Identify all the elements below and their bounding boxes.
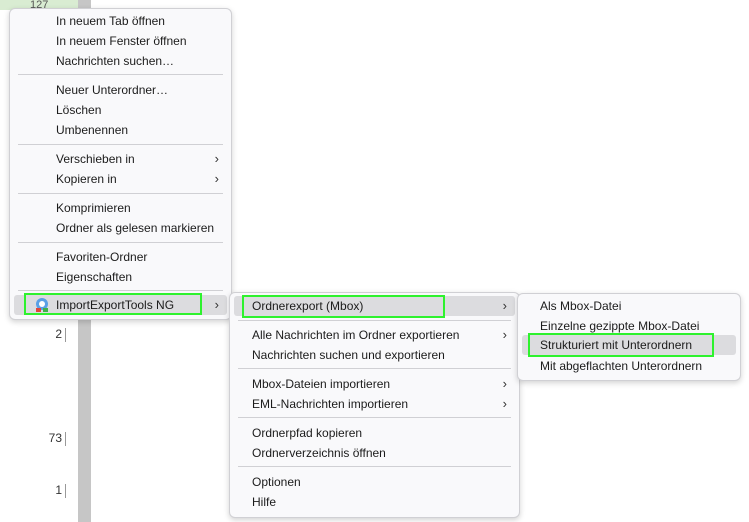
folder-unread-count: 73 (48, 431, 62, 445)
menu-separator (18, 242, 223, 243)
chevron-right-icon: › (502, 376, 507, 391)
menu-item-open-in-new-tab[interactable]: In neuem Tab öffnen (14, 11, 227, 31)
importexport-submenu: Ordnerexport (Mbox) › Alle Nachrichten im… (229, 292, 520, 518)
menu-item-label: Alle Nachrichten im Ordner exportieren (252, 328, 460, 342)
chevron-right-icon: › (214, 151, 219, 166)
menu-separator (238, 320, 511, 321)
menu-item-label: In neuem Fenster öffnen (56, 34, 187, 48)
menu-item-label: Mit abgeflachten Unterordnern (540, 359, 703, 373)
menu-separator (18, 74, 223, 75)
menu-item-label: Als Mbox-Datei (540, 299, 622, 313)
menu-item-search-and-export[interactable]: Nachrichten suchen und exportieren (234, 345, 515, 365)
menu-item-as-mbox-file[interactable]: Als Mbox-Datei (522, 296, 736, 316)
menu-separator (238, 417, 511, 418)
menu-item-delete[interactable]: Löschen (14, 100, 227, 120)
folder-unread-count: 2 (55, 327, 62, 341)
menu-separator (18, 144, 223, 145)
menu-item-label: Nachrichten suchen und exportieren (252, 348, 445, 362)
menu-item-label: Ordnerverzeichnis öffnen (252, 446, 386, 460)
chevron-right-icon: › (502, 396, 507, 411)
menu-item-label: Hilfe (252, 495, 277, 509)
menu-item-import-mbox[interactable]: Mbox-Dateien importieren › (234, 374, 515, 394)
menu-item-label: Neuer Unterordner… (56, 83, 169, 97)
chevron-right-icon: › (214, 297, 219, 312)
menu-item-properties[interactable]: Eigenschaften (14, 267, 227, 287)
menu-item-favorite-folder[interactable]: Favoriten-Ordner (14, 247, 227, 267)
chevron-right-icon: › (502, 298, 507, 313)
menu-item-flattened-subfolders[interactable]: Mit abgeflachten Unterordnern (522, 356, 736, 376)
chevron-right-icon: › (214, 171, 219, 186)
highlight-box (242, 295, 445, 318)
menu-item-help[interactable]: Hilfe (234, 492, 515, 512)
menu-separator (238, 368, 511, 369)
menu-item-mark-folder-read[interactable]: Ordner als gelesen markieren (14, 218, 227, 238)
menu-item-open-folder-directory[interactable]: Ordnerverzeichnis öffnen (234, 443, 515, 463)
menu-item-label: Favoriten-Ordner (56, 250, 148, 264)
column-divider (65, 328, 66, 342)
menu-item-export-all-messages[interactable]: Alle Nachrichten im Ordner exportieren › (234, 325, 515, 345)
menu-item-label: Komprimieren (56, 201, 131, 215)
menu-item-label: Verschieben in (56, 152, 135, 166)
menu-item-label: In neuem Tab öffnen (56, 14, 165, 28)
chevron-right-icon: › (502, 327, 507, 342)
menu-item-label: Umbenennen (56, 123, 129, 137)
menu-item-label: Löschen (56, 103, 102, 117)
menu-item-rename[interactable]: Umbenennen (14, 120, 227, 140)
menu-item-label: EML-Nachrichten importieren (252, 397, 409, 411)
menu-item-compact[interactable]: Komprimieren (14, 198, 227, 218)
menu-item-import-eml[interactable]: EML-Nachrichten importieren › (234, 394, 515, 414)
menu-item-new-subfolder[interactable]: Neuer Unterordner… (14, 80, 227, 100)
menu-item-open-in-new-window[interactable]: In neuem Fenster öffnen (14, 31, 227, 51)
highlight-box (24, 293, 202, 315)
menu-item-label: Kopieren in (56, 172, 117, 186)
menu-item-options[interactable]: Optionen (234, 472, 515, 492)
column-divider (65, 432, 66, 446)
column-divider (65, 484, 66, 498)
menu-item-label: Ordnerpfad kopieren (252, 426, 363, 440)
menu-item-move-to[interactable]: Verschieben in › (14, 149, 227, 169)
menu-separator (238, 466, 511, 467)
highlight-box (528, 333, 714, 357)
folder-context-menu: In neuem Tab öffnen In neuem Fenster öff… (9, 8, 232, 320)
menu-item-search-messages[interactable]: Nachrichten suchen… (14, 51, 227, 71)
mbox-export-submenu: Als Mbox-Datei Einzelne gezippte Mbox-Da… (517, 293, 741, 381)
menu-separator (18, 193, 223, 194)
menu-item-label: Optionen (252, 475, 301, 489)
menu-item-label: Nachrichten suchen… (56, 54, 175, 68)
menu-item-label: Mbox-Dateien importieren (252, 377, 391, 391)
menu-item-label: Ordner als gelesen markieren (56, 221, 215, 235)
menu-item-label: Eigenschaften (56, 270, 133, 284)
menu-separator (18, 290, 223, 291)
menu-item-copy-to[interactable]: Kopieren in › (14, 169, 227, 189)
folder-unread-count: 1 (55, 483, 62, 497)
menu-item-copy-folder-path[interactable]: Ordnerpfad kopieren (234, 423, 515, 443)
